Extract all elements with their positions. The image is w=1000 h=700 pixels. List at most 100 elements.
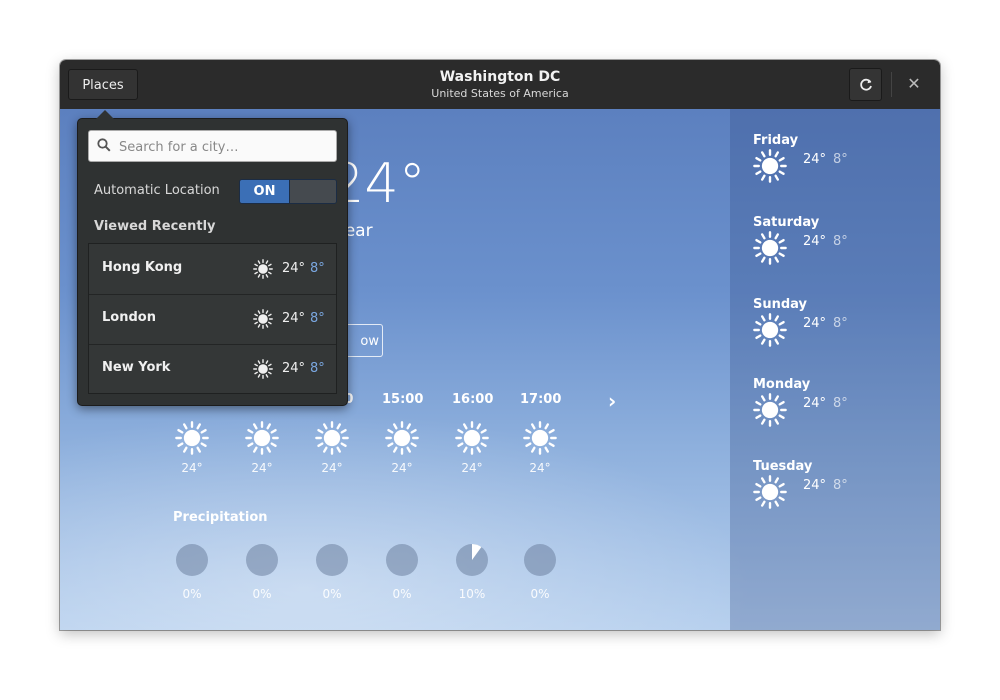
sun-icon [455,421,489,455]
forecast-day: Friday 24° 8° [753,133,848,183]
search-input[interactable] [117,135,331,159]
precipitation-label: Precipitation [173,510,268,525]
recent-location-item[interactable]: Hong Kong 24° 8° [89,244,336,295]
sun-icon [385,421,419,455]
precipitation-item: 0% [382,544,422,601]
day-name: Friday [753,133,799,148]
day-low: 8° [833,478,848,493]
places-popover: Automatic Location ON Viewed Recently Ho… [77,118,348,406]
precipitation-circle [176,544,208,576]
hour-icon [172,421,212,461]
chevron-right-icon: › [608,389,617,413]
day-low: 8° [833,234,848,249]
recent-location-item[interactable]: London 24° 8° [89,294,336,345]
forecast-day: Monday 24° 8° [753,377,848,427]
recent-weather-icon [253,359,273,383]
day-icon [753,475,787,513]
forecast-day: Sunday 24° 8° [753,297,848,347]
recent-low: 8° [310,311,325,326]
city-search[interactable] [88,130,337,162]
header-bar: Places Washington DC United States of Am… [60,60,940,110]
precipitation-item: 0% [172,544,212,601]
forecast-day: Saturday 24° 8° [753,215,848,265]
day-icon [753,149,787,187]
hour-icon [520,421,560,461]
refresh-button[interactable] [849,68,882,101]
day-icon [753,393,787,431]
hour-icon [242,421,282,461]
day-icon [753,231,787,269]
hour-temp: 24° [391,461,413,475]
hour-temp: 24° [181,461,203,475]
day-name: Sunday [753,297,808,312]
precipitation-circle [246,544,278,576]
hour-temp: 24° [251,461,273,475]
day-icon [753,313,787,351]
recent-high: 24° [282,361,306,376]
hour-icon [312,421,352,461]
recent-weather-icon [253,259,273,283]
precipitation-value: 0% [182,587,202,601]
close-button[interactable]: ✕ [904,74,924,94]
next-hours-button[interactable]: › [608,389,616,413]
recent-location-name: London [102,310,156,325]
location-title: Washington DC [439,69,561,85]
precipitation-item: 10% [452,544,492,601]
precipitation-item: 0% [242,544,282,601]
recent-low: 8° [310,361,325,376]
day-high: 24° [803,234,827,249]
places-button[interactable]: Places [68,69,138,100]
sun-icon [753,149,787,183]
recent-location-name: Hong Kong [102,260,183,275]
switch-on-label: ON [240,180,289,203]
search-icon [97,138,111,152]
viewed-recently-label: Viewed Recently [94,219,216,234]
hour-item: 16:00 24° [452,392,494,475]
header-separator [891,72,892,97]
day-high: 24° [803,152,827,167]
sun-icon [523,421,557,455]
sun-icon [245,421,279,455]
location-subtitle: United States of America [431,87,569,100]
hour-item: 15:00 24° [382,392,424,475]
hour-time: 15:00 [382,392,424,407]
hour-temp: 24° [529,461,551,475]
hour-time: 16:00 [452,392,494,407]
hour-time: 17:00 [520,392,562,407]
precipitation-value: 0% [530,587,550,601]
recent-locations-list: Hong Kong 24° 8° London 24° 8° New York 24… [88,243,337,394]
automatic-location-switch[interactable]: ON [239,179,337,204]
day-low: 8° [833,152,848,167]
day-high: 24° [803,478,827,493]
precipitation-fill [472,544,482,560]
automatic-location-label: Automatic Location [94,183,220,198]
day-high: 24° [803,396,827,411]
sun-icon [753,231,787,265]
precipitation-item: 0% [520,544,560,601]
switch-knob[interactable] [289,180,336,203]
hour-icon [452,421,492,461]
sun-icon [753,393,787,427]
today-button-label: ow [360,334,379,349]
day-name: Monday [753,377,811,392]
hour-temp: 24° [461,461,483,475]
recent-high: 24° [282,311,306,326]
forecast-day: Tuesday 24° 8° [753,459,848,509]
title-block: Washington DC United States of America [400,69,600,100]
sun-icon [253,309,273,329]
sun-icon [253,359,273,379]
day-name: Tuesday [753,459,813,474]
day-low: 8° [833,396,848,411]
precipitation-item: 0% [312,544,352,601]
precipitation-circle [386,544,418,576]
precipitation-value: 0% [392,587,412,601]
recent-weather-icon [253,309,273,333]
precipitation-circle [524,544,556,576]
today-button[interactable]: ow [345,324,383,357]
sun-icon [753,313,787,347]
sun-icon [253,259,273,279]
recent-location-item[interactable]: New York 24° 8° [89,344,336,394]
recent-low: 8° [310,261,325,276]
daily-forecast-panel: Friday 24° 8° Saturday 24° 8° Sunday 24° 8… [730,109,940,630]
popover-arrow [95,110,115,120]
